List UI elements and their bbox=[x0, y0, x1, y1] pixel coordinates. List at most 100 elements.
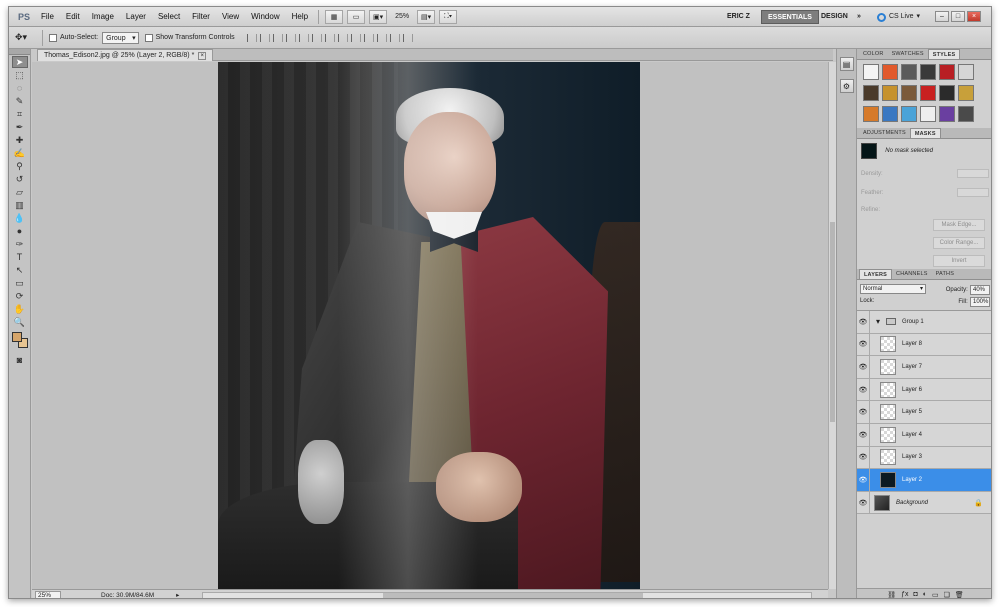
canvas-area[interactable] bbox=[32, 62, 828, 589]
marquee-tool-icon[interactable]: ⬚ bbox=[12, 69, 28, 81]
more-workspaces-icon[interactable]: » bbox=[851, 10, 867, 24]
style-swatch[interactable] bbox=[863, 106, 879, 122]
style-swatch[interactable] bbox=[939, 85, 955, 101]
mini-bridge-icon[interactable]: ▭ bbox=[347, 9, 366, 24]
eye-icon[interactable]: 👁 bbox=[857, 355, 870, 378]
status-zoom-field[interactable]: 25% bbox=[35, 590, 61, 598]
shape-tool-icon[interactable]: ▭ bbox=[12, 277, 28, 289]
tab-color[interactable]: COLOR bbox=[859, 49, 888, 59]
move-tool-icon[interactable]: ➤ bbox=[11, 56, 28, 68]
invert-button[interactable]: Invert bbox=[933, 255, 985, 267]
blend-mode-select[interactable]: Normal bbox=[860, 284, 926, 294]
workspace-design[interactable]: DESIGN bbox=[815, 10, 854, 24]
document-image[interactable] bbox=[218, 62, 640, 589]
align-bottom-icon[interactable] bbox=[272, 33, 283, 42]
move-tool-preset-icon[interactable]: ✥▾ bbox=[15, 29, 43, 46]
new-group-icon[interactable]: ▭ bbox=[932, 591, 939, 599]
menu-window[interactable]: Window bbox=[245, 7, 285, 27]
tab-paths[interactable]: PATHS bbox=[932, 269, 959, 279]
eye-icon[interactable]: 👁 bbox=[857, 378, 870, 401]
tab-layers[interactable]: LAYERS bbox=[859, 269, 893, 279]
style-swatch[interactable] bbox=[939, 64, 955, 80]
style-swatch[interactable] bbox=[863, 64, 879, 80]
view-extras-icon[interactable]: ▣▾ bbox=[369, 9, 388, 24]
dodge-tool-icon[interactable]: ● bbox=[12, 225, 28, 237]
tab-channels[interactable]: CHANNELS bbox=[892, 269, 932, 279]
style-swatch[interactable] bbox=[882, 64, 898, 80]
align-top-icon[interactable] bbox=[246, 33, 257, 42]
type-tool-icon[interactable]: T bbox=[12, 251, 28, 263]
style-swatch[interactable] bbox=[958, 106, 974, 122]
zoom-level-select[interactable]: 25% bbox=[389, 13, 415, 20]
tab-masks[interactable]: MASKS bbox=[909, 128, 941, 138]
horizontal-scroll-thumb[interactable] bbox=[383, 593, 643, 598]
distribute-top-icon[interactable] bbox=[324, 33, 335, 42]
menu-edit[interactable]: Edit bbox=[60, 7, 86, 27]
auto-select-dropdown[interactable]: Group bbox=[102, 31, 139, 44]
eye-icon[interactable]: 👁 bbox=[857, 310, 870, 333]
style-swatch[interactable] bbox=[863, 85, 879, 101]
style-swatch[interactable] bbox=[920, 64, 936, 80]
align-vcenter-icon[interactable] bbox=[259, 33, 270, 42]
distribute-hcenter-icon[interactable] bbox=[376, 33, 387, 42]
tools-grip[interactable] bbox=[9, 49, 30, 55]
horizontal-scrollbar[interactable] bbox=[202, 592, 812, 598]
history-brush-tool-icon[interactable]: ↺ bbox=[12, 173, 28, 185]
workspace-eric-z[interactable]: ERIC Z bbox=[721, 10, 756, 24]
document-tab[interactable]: Thomas_Edison2.jpg @ 25% (Layer 2, RGB/8… bbox=[37, 49, 214, 61]
tab-styles[interactable]: STYLES bbox=[927, 49, 961, 59]
eraser-tool-icon[interactable]: ▱ bbox=[12, 186, 28, 198]
minimize-icon[interactable]: – bbox=[935, 11, 949, 22]
distribute-bottom-icon[interactable] bbox=[350, 33, 361, 42]
eye-icon[interactable]: 👁 bbox=[857, 333, 870, 356]
close-icon[interactable]: × bbox=[967, 11, 981, 22]
auto-select-checkbox[interactable] bbox=[49, 33, 57, 42]
auto-align-icon[interactable] bbox=[402, 33, 413, 42]
bridge-icon[interactable]: ▦ bbox=[325, 9, 344, 24]
layer-group-row[interactable]: 👁 ▾ Group 1 bbox=[857, 310, 991, 334]
arrange-documents-icon[interactable]: ▤▾ bbox=[417, 9, 436, 24]
maximize-icon[interactable]: □ bbox=[951, 11, 965, 22]
menu-layer[interactable]: Layer bbox=[120, 7, 152, 27]
healing-brush-tool-icon[interactable]: ✚ bbox=[12, 134, 28, 146]
menu-view[interactable]: View bbox=[216, 7, 245, 27]
menu-filter[interactable]: Filter bbox=[186, 7, 216, 27]
style-swatch[interactable] bbox=[958, 64, 974, 80]
brush-tool-icon[interactable]: ✍ bbox=[12, 147, 28, 159]
pen-tool-icon[interactable]: ✑ bbox=[12, 238, 28, 250]
layer-row[interactable]: 👁 Layer 2 bbox=[857, 468, 991, 492]
style-swatch[interactable] bbox=[882, 85, 898, 101]
status-menu-arrow-icon[interactable]: ▸ bbox=[176, 591, 179, 598]
color-range-button[interactable]: Color Range... bbox=[933, 237, 985, 249]
distribute-right-icon[interactable] bbox=[389, 33, 400, 42]
eye-icon[interactable]: 👁 bbox=[857, 446, 870, 469]
actions-panel-icon[interactable]: ⚙ bbox=[839, 79, 854, 93]
align-right-icon[interactable] bbox=[311, 33, 322, 42]
layer-row[interactable]: 👁 Layer 4 bbox=[857, 423, 991, 447]
tab-adjustments[interactable]: ADJUSTMENTS bbox=[859, 128, 910, 138]
adjustment-layer-icon[interactable]: ◐ bbox=[923, 591, 927, 598]
style-swatch[interactable] bbox=[901, 85, 917, 101]
layer-style-icon[interactable]: ƒx bbox=[901, 591, 908, 598]
path-select-tool-icon[interactable]: ↖ bbox=[12, 264, 28, 276]
layer-row[interactable]: 👁 Layer 8 bbox=[857, 333, 991, 357]
style-swatch[interactable] bbox=[882, 106, 898, 122]
quick-select-tool-icon[interactable]: ✎ bbox=[12, 95, 28, 107]
style-swatch[interactable] bbox=[901, 106, 917, 122]
history-panel-icon[interactable]: ▤ bbox=[839, 57, 854, 71]
cs-live-menu[interactable]: CS Live ▾ bbox=[877, 10, 920, 24]
blur-tool-icon[interactable]: 💧 bbox=[12, 212, 28, 224]
color-swatches[interactable] bbox=[11, 332, 28, 348]
status-doc-size[interactable]: Doc: 30.9M/84.6M bbox=[101, 592, 154, 599]
distribute-vcenter-icon[interactable] bbox=[337, 33, 348, 42]
vertical-scroll-thumb[interactable] bbox=[830, 222, 835, 422]
layer-row[interactable]: 👁 Layer 7 bbox=[857, 355, 991, 379]
menu-file[interactable]: File bbox=[35, 7, 60, 27]
style-swatch[interactable] bbox=[920, 106, 936, 122]
foreground-color-swatch[interactable] bbox=[11, 332, 22, 342]
add-mask-icon[interactable]: ◘ bbox=[914, 591, 918, 598]
fill-field[interactable]: 100% bbox=[970, 296, 990, 307]
crop-tool-icon[interactable]: ⌗ bbox=[12, 108, 28, 120]
vertical-scrollbar[interactable] bbox=[828, 62, 836, 589]
show-transform-checkbox[interactable] bbox=[144, 33, 153, 42]
